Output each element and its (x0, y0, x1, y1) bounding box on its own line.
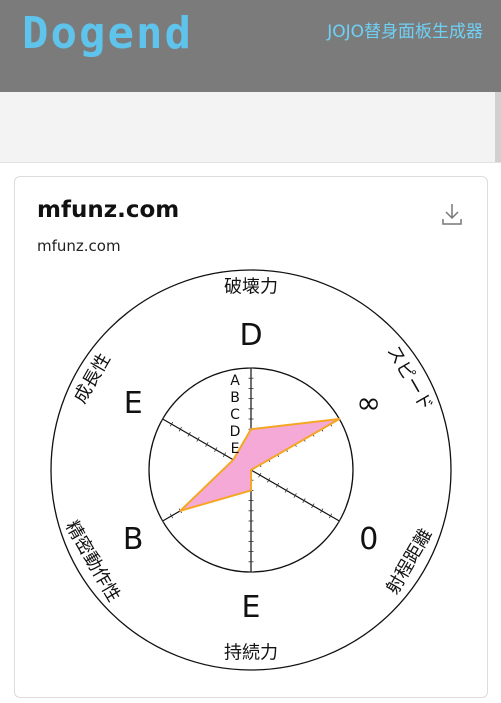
radar-grade-label: 0 (359, 522, 378, 557)
stand-radar-chart: ABCDED破壊力∞ スピード0 射程距離E持続力B精密動作性E成長性 (50, 269, 452, 671)
radar-axis-name: 成長性 (70, 350, 115, 407)
radar-scale-label: D (230, 424, 241, 440)
radar-grade-label: E (124, 386, 143, 421)
radar-grade-label: D (239, 318, 262, 353)
radar-axis-name: 破壊力 (224, 277, 278, 298)
radar-scale-label: B (230, 390, 240, 406)
radar-grade-label: B (123, 522, 144, 557)
radar-scale-label: A (230, 373, 240, 389)
radar-scale-label: C (230, 407, 240, 423)
radar-grade-label: ∞ (356, 386, 381, 421)
radar-axis-name: 持続力 (224, 643, 278, 664)
radar-scale-label: E (231, 441, 240, 457)
radar-value-polygon (179, 418, 341, 512)
radar-grade-label: E (242, 590, 261, 625)
